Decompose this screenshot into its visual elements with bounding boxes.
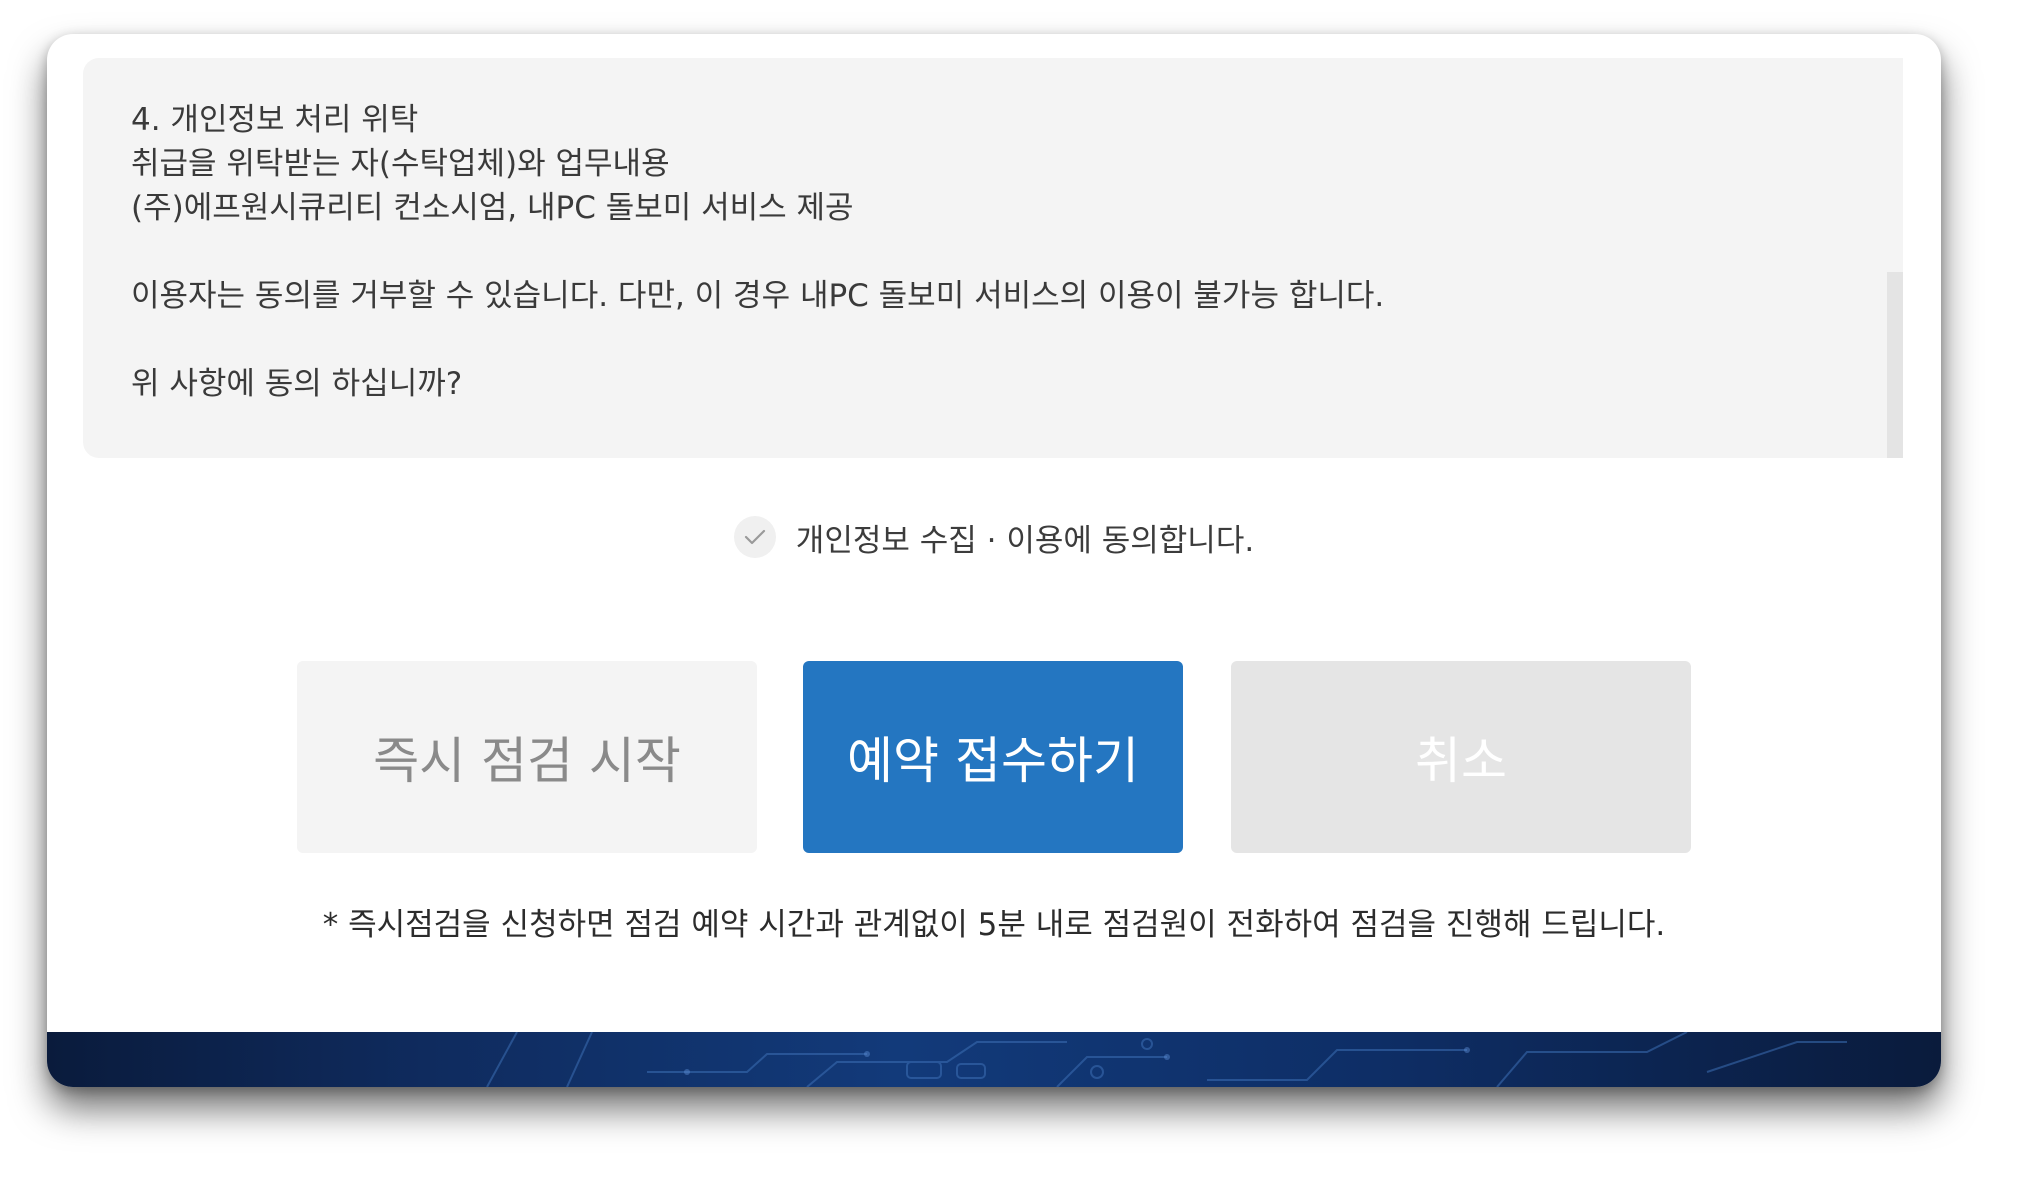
terms-scrollbar[interactable] (1887, 58, 1903, 458)
terms-spacer (131, 230, 1831, 274)
terms-heading: 4. 개인정보 처리 위탁 (131, 102, 419, 138)
consent-dialog: 4. 개인정보 처리 위탁 취급을 위탁받는 자(수탁업체)와 업무내용 (주)… (47, 34, 1941, 1087)
footer-banner (47, 1032, 1941, 1087)
terms-spacer (131, 318, 1831, 362)
circuit-decoration (486, 1032, 1847, 1087)
terms-line: 취급을 위탁받는 자(수탁업체)와 업무내용 (131, 146, 670, 182)
agree-checkbox[interactable] (733, 516, 776, 558)
terms-line: 이용자는 동의를 거부할 수 있습니다. 다만, 이 경우 내PC 돌보미 서비… (131, 278, 1385, 314)
cancel-button[interactable]: 취소 (1231, 661, 1691, 853)
terms-line: (주)에프원시큐리티 컨소시엄, 내PC 돌보미 서비스 제공 (131, 190, 854, 226)
checkmark-icon (744, 529, 765, 545)
instant-inspection-button[interactable]: 즉시 점검 시작 (297, 661, 757, 853)
agree-row: 개인정보 수집 · 이용에 동의합니다. (47, 512, 1941, 562)
terms-scrollbar-thumb[interactable] (1887, 272, 1903, 458)
agree-label[interactable]: 개인정보 수집 · 이용에 동의합니다. (796, 515, 1254, 560)
terms-text: 4. 개인정보 처리 위탁 취급을 위탁받는 자(수탁업체)와 업무내용 (주)… (131, 98, 1831, 406)
terms-scroll-box[interactable]: 4. 개인정보 처리 위탁 취급을 위탁받는 자(수탁업체)와 업무내용 (주)… (83, 58, 1903, 458)
terms-question: 위 사항에 동의 하십니까? (131, 366, 463, 402)
reserve-button[interactable]: 예약 접수하기 (803, 661, 1183, 853)
instant-inspection-note: * 즉시점검을 신청하면 점검 예약 시간과 관계없이 5분 내로 점검원이 전… (322, 907, 1666, 943)
